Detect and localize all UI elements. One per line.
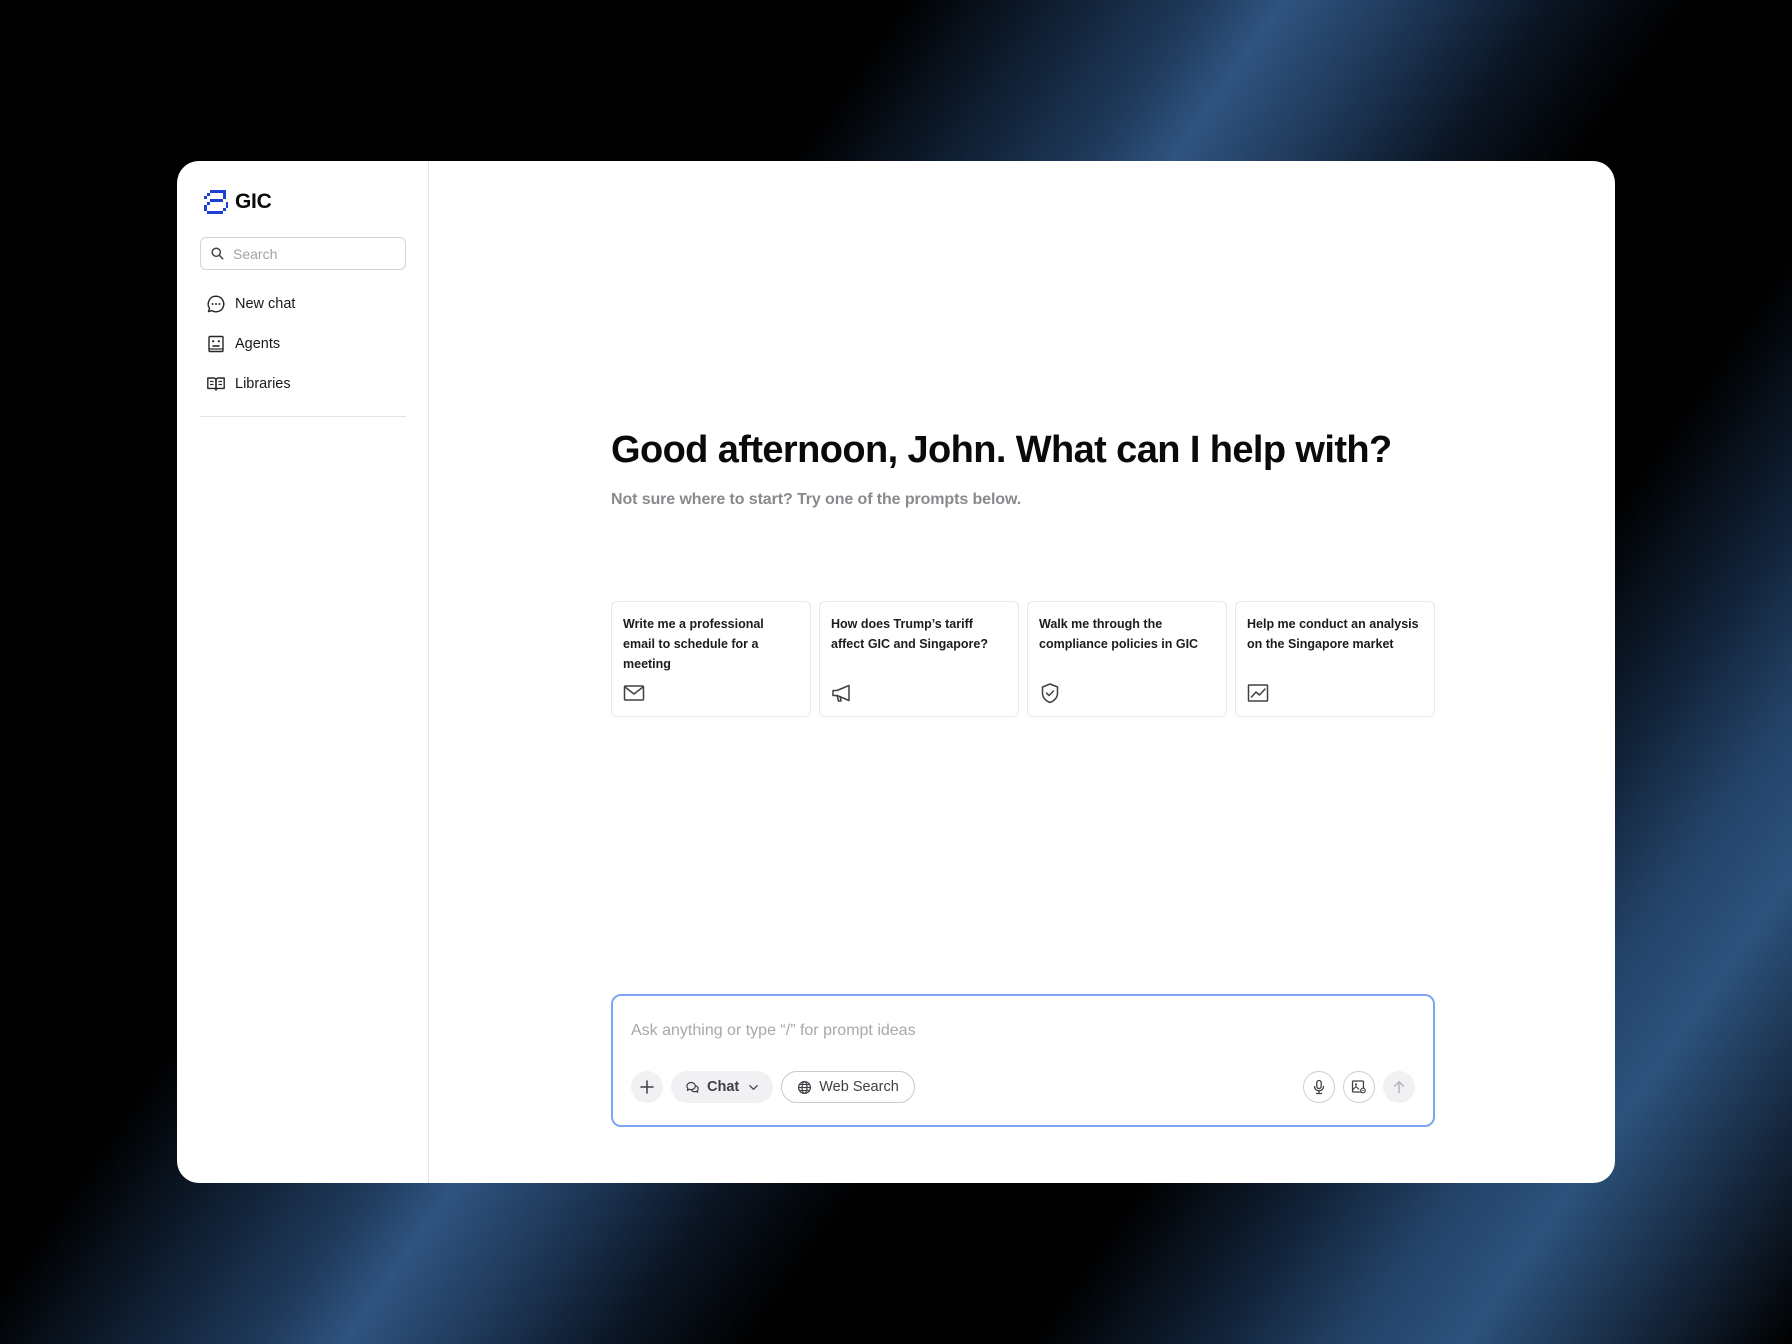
prompt-card-email[interactable]: Write me a professional email to schedul…	[611, 601, 811, 717]
brand-name: GIC	[235, 190, 272, 213]
sidebar-item-new-chat[interactable]: New chat	[200, 284, 405, 324]
main-content: Good afternoon, John. What can I help wi…	[429, 161, 1615, 1183]
prompt-card-text: Walk me through the compliance policies …	[1039, 617, 1199, 651]
app-window: GIC New chat	[177, 161, 1615, 1183]
sidebar-item-libraries[interactable]: Libraries	[200, 364, 405, 404]
greeting-title: Good afternoon, John. What can I help wi…	[611, 429, 1392, 471]
chevron-down-icon	[749, 1084, 759, 1090]
voice-input-button[interactable]	[1303, 1071, 1335, 1103]
sidebar: GIC New chat	[177, 161, 429, 1183]
prompt-suggestions: Write me a professional email to schedul…	[611, 601, 1435, 717]
composer-tools-left: Chat Web Search	[631, 1071, 915, 1103]
sidebar-divider	[200, 416, 406, 417]
composer-tools-right	[1303, 1071, 1415, 1103]
add-attachment-button[interactable]	[631, 1071, 663, 1103]
search-input[interactable]	[233, 245, 395, 262]
mode-select-button[interactable]: Chat	[671, 1071, 774, 1103]
prompt-card-text: Write me a professional email to schedul…	[623, 617, 764, 671]
sidebar-item-label: Libraries	[235, 376, 291, 392]
search-icon	[211, 247, 224, 260]
greeting-subtitle: Not sure where to start? Try one of the …	[611, 491, 1022, 508]
chat-bubble-icon	[207, 295, 225, 313]
prompt-card-text: Help me conduct an analysis on the Singa…	[1247, 617, 1419, 651]
sidebar-item-agents[interactable]: Agents	[200, 324, 405, 364]
megaphone-icon	[832, 684, 850, 702]
sidebar-nav: New chat Agents Libraries	[200, 284, 405, 404]
sidebar-item-label: New chat	[235, 296, 296, 312]
mode-select-label: Chat	[707, 1079, 740, 1095]
chat-composer: Chat Web Search	[611, 994, 1435, 1127]
arrow-up-icon	[1394, 1081, 1404, 1094]
sidebar-item-label: Agents	[235, 336, 281, 352]
chat-mode-icon	[686, 1081, 699, 1093]
gic-logo-icon	[204, 190, 228, 214]
prompt-card-tariff[interactable]: How does Trump’s tariff affect GIC and S…	[819, 601, 1019, 717]
search-box[interactable]	[200, 237, 406, 270]
web-search-toggle[interactable]: Web Search	[781, 1071, 915, 1103]
mail-icon	[623, 685, 645, 701]
globe-icon	[798, 1080, 812, 1094]
image-settings-button[interactable]	[1343, 1071, 1375, 1103]
chart-line-icon	[1247, 684, 1269, 702]
agent-icon	[208, 335, 224, 353]
send-button[interactable]	[1383, 1071, 1415, 1103]
book-icon	[207, 377, 225, 391]
web-search-label: Web Search	[819, 1079, 899, 1095]
image-settings-icon	[1351, 1080, 1366, 1094]
shield-check-icon	[1041, 683, 1059, 704]
plus-icon	[640, 1080, 654, 1094]
prompt-input[interactable]	[631, 1022, 1411, 1048]
brand[interactable]: GIC	[203, 187, 405, 217]
prompt-card-text: How does Trump’s tariff affect GIC and S…	[831, 617, 988, 651]
microphone-icon	[1313, 1079, 1325, 1095]
prompt-card-analysis[interactable]: Help me conduct an analysis on the Singa…	[1235, 601, 1435, 717]
prompt-card-compliance[interactable]: Walk me through the compliance policies …	[1027, 601, 1227, 717]
